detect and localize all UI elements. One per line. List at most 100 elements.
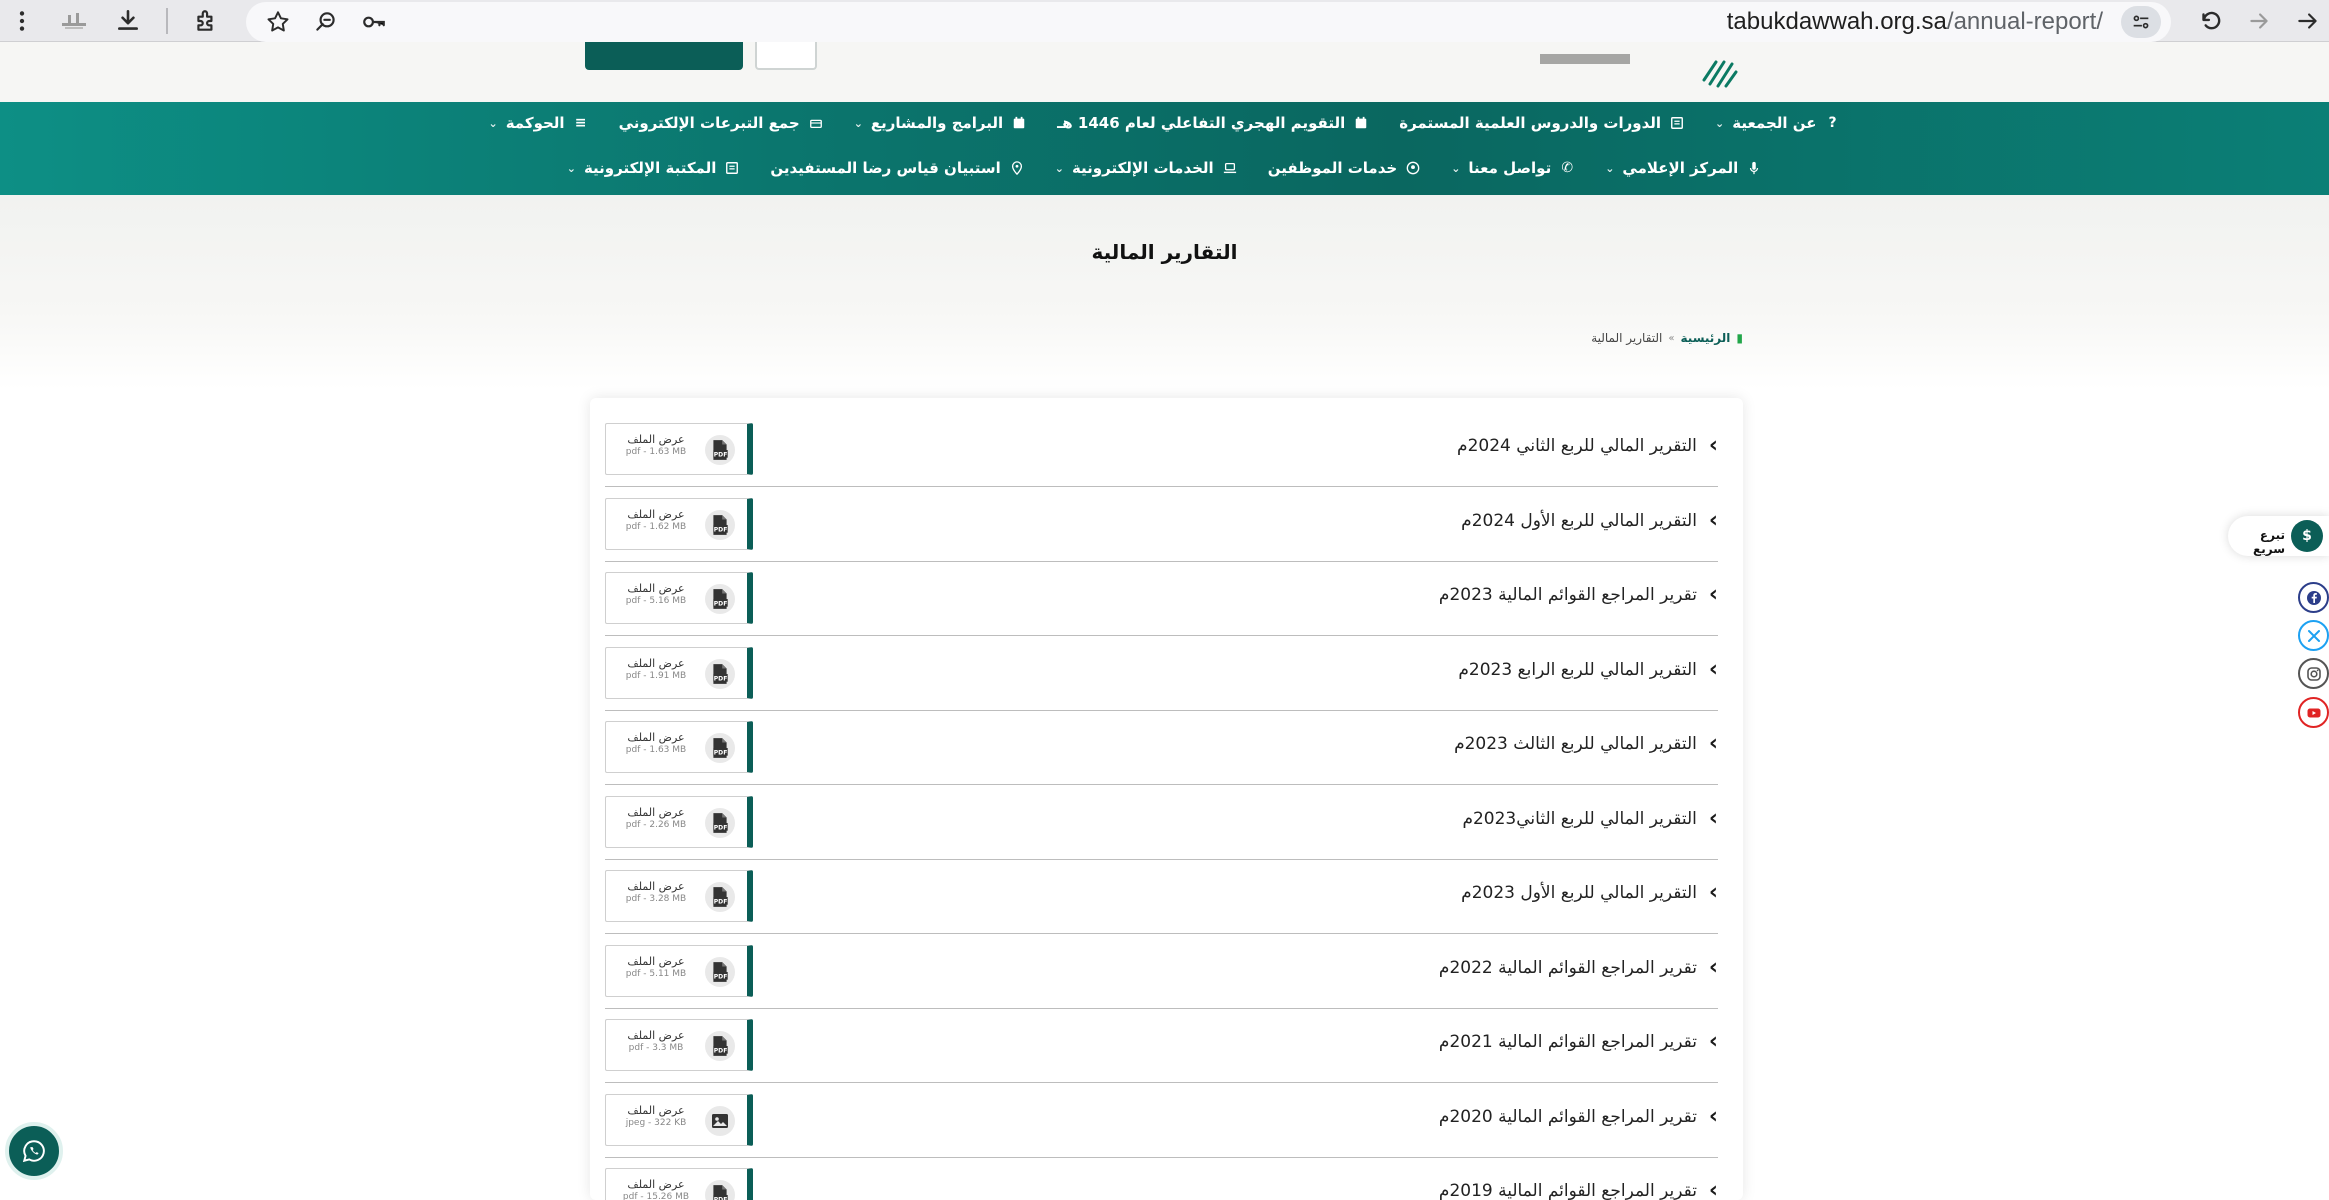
pdf-file-icon: PDF xyxy=(705,658,735,689)
hand-coin-icon: $ xyxy=(2291,520,2323,552)
whatsapp-chat-button[interactable] xyxy=(5,1122,63,1180)
report-title-link[interactable]: › التقرير المالي للربع الأول 2023م xyxy=(1461,882,1718,904)
nav-item-e-library[interactable]: المكتبة الإلكترونية ⌄ xyxy=(567,159,741,177)
file-meta: pdf - 1.91 MB xyxy=(625,670,687,681)
view-file-button[interactable]: PDF عرض الملف pdf - 1.62 MB xyxy=(605,497,753,550)
file-meta: pdf - 15.26 MB xyxy=(622,1192,690,1200)
file-info: عرض الملف pdf - 5.16 MB xyxy=(621,582,691,606)
report-row[interactable]: › تقرير المراجع القوائم المالية 2022م PDF ع… xyxy=(605,935,1718,1009)
instagram-icon[interactable] xyxy=(2298,658,2329,689)
url-text[interactable]: tabukdawwah.org.sa/annual-report/ xyxy=(1727,8,2103,36)
nav-item-hijri-calendar[interactable]: التقويم الهجري التفاعلي لعام 1446 هـ xyxy=(1057,114,1369,132)
breadcrumb: ▮ الرئيسية » التقارير المالية xyxy=(1591,331,1743,345)
nav-row-primary: ? عن الجمعية ⌄ الدورات والدروس العلمية ا… xyxy=(0,114,2329,132)
nav-item-contact[interactable]: ✆ تواصل معنا ⌄ xyxy=(1451,159,1575,177)
file-info: عرض الملف pdf - 1.91 MB xyxy=(621,657,691,681)
pdf-file-icon: PDF xyxy=(705,584,735,614)
view-file-button[interactable]: PDF عرض الملف pdf - 3.28 MB xyxy=(605,870,753,922)
view-file-button[interactable]: PDF عرض الملف pdf - 1.63 MB xyxy=(605,423,753,475)
chevron-right-icon: › xyxy=(1708,1178,1718,1200)
x-twitter-icon[interactable] xyxy=(2298,620,2329,651)
nav-item-donations[interactable]: جمع التبرعات الإلكتروني xyxy=(619,114,824,132)
facebook-icon[interactable] xyxy=(2298,582,2329,613)
site-settings-icon[interactable] xyxy=(2121,6,2161,38)
zoom-icon[interactable] xyxy=(310,6,342,38)
nav-item-governance[interactable]: ≡ الحوكمة ⌄ xyxy=(488,114,588,132)
view-file-button[interactable]: عرض الملف jpeg - 322 KB xyxy=(605,1093,753,1146)
file-info: عرض الملف pdf - 1.63 MB xyxy=(621,433,691,457)
chevron-right-icon: › xyxy=(1708,880,1718,905)
download-icon[interactable] xyxy=(112,5,144,37)
browser-menu-icon[interactable] xyxy=(6,5,38,37)
report-row[interactable]: › التقرير المالي للربع الثالث 2023م PDF عرض… xyxy=(605,711,1718,785)
nav-item-e-services[interactable]: الخدمات الإلكترونية ⌄ xyxy=(1055,159,1238,177)
view-file-label: عرض الملف xyxy=(627,954,685,968)
nav-item-courses[interactable]: الدورات والدروس العلمية المستمرة xyxy=(1399,114,1685,132)
address-bar[interactable]: tabukdawwah.org.sa/annual-report/ xyxy=(246,2,2171,42)
report-title-link[interactable]: › التقرير المالي للربع الثالث 2023م xyxy=(1454,733,1718,755)
report-row[interactable]: › التقرير المالي للربع الأول 2024م PDF عرض … xyxy=(605,488,1718,562)
svg-text:PDF: PDF xyxy=(714,1196,728,1200)
report-title-link[interactable]: › تقرير المراجع القوائم المالية 2021م xyxy=(1439,1031,1718,1053)
view-file-button[interactable]: PDF عرض الملف pdf - 1.91 MB xyxy=(605,646,753,699)
reports-list: › التقرير المالي للربع الثاني 2024م PDF عرض… xyxy=(590,398,1743,1200)
site-logo-icon[interactable] xyxy=(1700,50,1740,90)
forward-arrow-icon[interactable] xyxy=(2243,5,2275,37)
view-file-button[interactable]: PDF عرض الملف pdf - 15.26 MB xyxy=(605,1168,753,1200)
report-row[interactable]: › التقرير المالي للربع الثاني 2024م PDF عرض… xyxy=(605,413,1718,487)
extension-logo-icon[interactable] xyxy=(58,9,90,33)
book-icon xyxy=(724,160,740,176)
report-title-link[interactable]: › تقرير المراجع القوائم المالية 2023م xyxy=(1439,584,1718,606)
breadcrumb-home-link[interactable]: الرئيسية xyxy=(1681,331,1731,345)
view-file-button[interactable]: PDF عرض الملف pdf - 1.63 MB xyxy=(605,721,753,773)
nav-item-programs[interactable]: البرامج والمشاريع ⌄ xyxy=(854,114,1027,132)
file-meta: pdf - 1.62 MB xyxy=(625,521,687,532)
youtube-icon[interactable] xyxy=(2298,697,2329,728)
report-row[interactable]: › التقرير المالي للربع الثاني2023م PDF عرض … xyxy=(605,786,1718,860)
bookmark-star-icon[interactable] xyxy=(262,6,294,38)
page-hero: التقارير المالية ▮ الرئيسية » التقارير ا… xyxy=(0,195,2329,390)
report-title-link[interactable]: › التقرير المالي للربع الأول 2024م xyxy=(1461,507,1718,533)
report-title-link[interactable]: › تقرير المراجع القوائم المالية 2022م xyxy=(1439,954,1718,980)
toolbar-divider xyxy=(166,8,168,34)
report-row[interactable]: › تقرير المراجع القوائم المالية 2023م PDF ع… xyxy=(605,562,1718,636)
quick-donate-label: تبرع سريع xyxy=(2253,528,2285,556)
reload-icon[interactable] xyxy=(2194,5,2226,37)
report-row[interactable]: › تقرير المراجع القوائم المالية 2021م PDF ع… xyxy=(605,1009,1718,1083)
file-info: عرض الملف pdf - 5.11 MB xyxy=(621,955,691,979)
report-title-link[interactable]: › التقرير المالي للربع الثاني 2024م xyxy=(1457,435,1718,457)
report-title-link[interactable]: › التقرير المالي للربع الرابع 2023م xyxy=(1458,656,1718,682)
report-title-link[interactable]: › تقرير المراجع القوائم المالية 2020م xyxy=(1439,1105,1718,1128)
report-row[interactable]: › التقرير المالي للربع الأول 2023م PDF عرض … xyxy=(605,860,1718,934)
header-outline-button[interactable] xyxy=(755,42,817,70)
bookmark-icon: ▮ xyxy=(1736,331,1743,345)
nav-item-about[interactable]: ? عن الجمعية ⌄ xyxy=(1715,114,1841,132)
report-row[interactable]: › تقرير المراجع القوائم المالية 2020م عرض … xyxy=(605,1084,1718,1158)
chevron-right-icon: › xyxy=(1708,656,1718,682)
quick-donate-button[interactable]: $ تبرع سريع xyxy=(2228,516,2329,556)
view-file-label: عرض الملف xyxy=(627,805,685,819)
pdf-file-icon: PDF xyxy=(705,435,735,465)
view-file-button[interactable]: PDF عرض الملف pdf - 5.16 MB xyxy=(605,572,753,624)
view-file-button[interactable]: PDF عرض الملف pdf - 5.11 MB xyxy=(605,944,753,997)
nav-item-survey[interactable]: استبيان قياس رضا المستفيدين xyxy=(770,159,1024,177)
report-row[interactable]: › التقرير المالي للربع الرابع 2023م PDF عرض… xyxy=(605,637,1718,711)
nav-item-employee-services[interactable]: خدمات الموظفين xyxy=(1268,159,1421,177)
back-arrow-icon[interactable] xyxy=(2292,5,2324,37)
view-file-button[interactable]: PDF عرض الملف pdf - 2.26 MB xyxy=(605,795,753,848)
chevron-right-icon: › xyxy=(1708,954,1718,980)
report-title-link[interactable]: › تقرير المراجع القوائم المالية 2019م xyxy=(1439,1180,1718,1200)
chevron-right-icon: › xyxy=(1708,507,1718,533)
view-file-button[interactable]: PDF عرض الملف pdf - 3.3 MB xyxy=(605,1019,753,1071)
nav-item-media-center[interactable]: المركز الإعلامي ⌄ xyxy=(1605,159,1762,177)
extensions-puzzle-icon[interactable] xyxy=(190,5,222,37)
chevron-down-icon: ⌄ xyxy=(566,161,576,175)
pdf-file-icon: PDF xyxy=(705,956,735,987)
report-title-link[interactable]: › التقرير المالي للربع الثاني2023م xyxy=(1462,805,1718,831)
laptop-icon xyxy=(1222,160,1238,176)
chevron-right-icon: › xyxy=(1708,805,1718,831)
report-row[interactable]: › تقرير المراجع القوائم المالية 2019م PDF ع… xyxy=(605,1158,1718,1200)
header-green-button[interactable] xyxy=(585,42,743,70)
password-key-icon[interactable] xyxy=(358,6,390,38)
chevron-down-icon: ⌄ xyxy=(488,116,498,130)
